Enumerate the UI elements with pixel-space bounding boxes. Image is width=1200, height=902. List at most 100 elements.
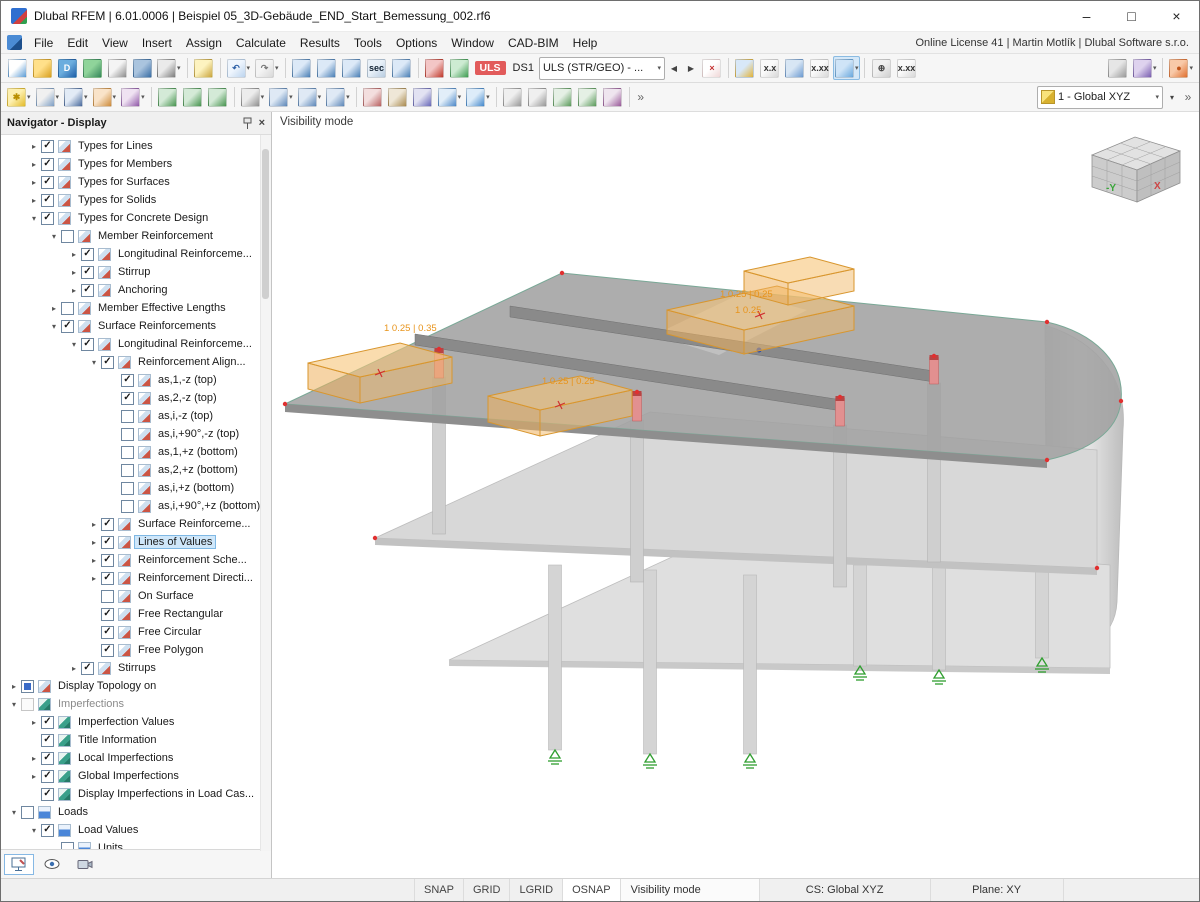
coordinate-system-combo[interactable]: 1 - Global XYZ▾ xyxy=(1037,86,1163,109)
tree-item-on-surface[interactable]: On Surface xyxy=(1,587,259,605)
tree-expander[interactable]: ▸ xyxy=(7,682,21,691)
menu-view[interactable]: View xyxy=(95,35,135,51)
navigator-pin-icon[interactable] xyxy=(243,117,252,130)
tree-checkbox[interactable]: ✓ xyxy=(101,572,114,585)
tree-item-label[interactable]: Types for Concrete Design xyxy=(75,212,211,224)
navigator-scrollbar[interactable] xyxy=(260,135,271,851)
table-model-data-button[interactable] xyxy=(290,56,314,80)
tree-item-local-imperfections[interactable]: ▸✓Local Imperfections xyxy=(1,749,259,767)
tree-item-label[interactable]: Units xyxy=(95,842,126,849)
tree-expander[interactable]: ▸ xyxy=(27,718,41,727)
control-panel-button[interactable]: ▾ xyxy=(833,56,861,80)
tree-expander[interactable]: ▸ xyxy=(87,538,101,547)
tree-checkbox[interactable]: ✓ xyxy=(81,284,94,297)
tree-expander[interactable]: ▸ xyxy=(87,574,101,583)
tree-item-label[interactable]: Member Effective Lengths xyxy=(95,302,229,314)
tree-expander[interactable]: ▸ xyxy=(87,556,101,565)
tree-expander[interactable]: ▾ xyxy=(27,826,41,835)
tree-item-label[interactable]: Types for Members xyxy=(75,158,175,170)
new-member-dropdown[interactable]: ▾ xyxy=(84,93,88,101)
result-filter-button[interactable] xyxy=(733,56,757,80)
previous-load-case-button[interactable]: ◀ xyxy=(666,57,682,79)
open-model-button[interactable] xyxy=(30,56,54,80)
minimize-button[interactable]: – xyxy=(1064,1,1109,31)
tree-item-label[interactable]: Loads xyxy=(55,806,91,818)
export-view-dropdown[interactable]: ▾ xyxy=(1153,64,1157,72)
tree-item-types-for-lines[interactable]: ▸✓Types for Lines xyxy=(1,137,259,155)
tree-checkbox[interactable] xyxy=(121,500,134,513)
tree-expander[interactable]: ▸ xyxy=(27,196,41,205)
menu-options[interactable]: Options xyxy=(389,35,444,51)
tree-item-member-reinforcement[interactable]: ▾Member Reinforcement xyxy=(1,227,259,245)
status-toggle-osnap[interactable]: OSNAP xyxy=(563,879,621,901)
tree-checkbox[interactable]: ✓ xyxy=(101,644,114,657)
guideline-button[interactable] xyxy=(526,85,550,109)
coordinate-system-dropdown-button[interactable]: ▾ xyxy=(1164,86,1180,108)
tree-checkbox[interactable]: ✓ xyxy=(101,608,114,621)
tree-item-loads[interactable]: ▾Loads xyxy=(1,803,259,821)
menu-file[interactable]: File xyxy=(27,35,60,51)
tree-item-label[interactable]: Longitudinal Reinforceme... xyxy=(115,338,255,350)
new-line-support-button[interactable] xyxy=(181,85,205,109)
tree-item-label[interactable]: Types for Surfaces xyxy=(75,176,173,188)
new-surface-button[interactable]: ▾ xyxy=(91,85,119,109)
status-plane[interactable]: Plane: XY xyxy=(931,879,1064,901)
table-settings-button[interactable] xyxy=(390,56,414,80)
redo-button[interactable]: ↷▾ xyxy=(253,56,281,80)
tree-checkbox[interactable] xyxy=(61,230,74,243)
tree-item-types-for-solids[interactable]: ▸✓ Types for Solids xyxy=(1,191,259,209)
status-toggle-grid[interactable]: GRID xyxy=(464,879,511,901)
toolbar-overflow[interactable]: » xyxy=(1181,90,1195,104)
new-node-dropdown[interactable]: ▾ xyxy=(27,93,31,101)
tree-checkbox[interactable] xyxy=(21,698,34,711)
calculation-check-button[interactable] xyxy=(448,56,472,80)
tree-item-label[interactable]: as,i,+z (bottom) xyxy=(155,482,237,494)
table-sections-button[interactable]: sec xyxy=(365,56,389,80)
tree-item-label[interactable]: Title Information xyxy=(75,734,159,746)
tree-checkbox[interactable]: ✓ xyxy=(41,194,54,207)
tree-expander[interactable]: ▾ xyxy=(27,214,41,223)
status-toggle-snap[interactable]: SNAP xyxy=(415,879,464,901)
tree-item-label[interactable]: Longitudinal Reinforceme... xyxy=(115,248,255,260)
extrude-surface-button[interactable] xyxy=(411,85,435,109)
tree-item-load-values[interactable]: ▾✓Load Values xyxy=(1,821,259,839)
tree-item-stirrup[interactable]: ▸✓Stirrup xyxy=(1,263,259,281)
status-toggle-lgrid[interactable]: LGRID xyxy=(510,879,563,901)
export-view-button[interactable]: ▾ xyxy=(1131,56,1159,80)
menu-calculate[interactable]: Calculate xyxy=(229,35,293,51)
tree-checkbox[interactable]: ✓ xyxy=(41,212,54,225)
tree-item-label[interactable]: as,1,+z (bottom) xyxy=(155,446,241,458)
tree-checkbox[interactable] xyxy=(61,842,74,850)
connect-members-button[interactable] xyxy=(361,85,385,109)
maximize-button[interactable]: □ xyxy=(1109,1,1154,31)
redo-dropdown[interactable]: ▾ xyxy=(275,64,279,72)
tree-checkbox[interactable]: ✓ xyxy=(41,752,54,765)
tab-views[interactable] xyxy=(70,854,100,875)
object-numbering-dropdown[interactable]: ▾ xyxy=(458,93,462,101)
tree-item-surface-reinforcements[interactable]: ▾✓Surface Reinforcements xyxy=(1,317,259,335)
rendering-mode-button[interactable]: ●▾ xyxy=(1167,56,1195,80)
new-node-button[interactable]: ✱▾ xyxy=(5,85,33,109)
tree-item-surface-reinforceme[interactable]: ▸✓Surface Reinforceme... xyxy=(1,515,259,533)
menu-tools[interactable]: Tools xyxy=(347,35,389,51)
tree-item-global-imperfections[interactable]: ▸✓Global Imperfections xyxy=(1,767,259,785)
tree-item-label[interactable]: Imperfection Values xyxy=(75,716,177,728)
tree-item-label[interactable]: Types for Solids xyxy=(75,194,159,206)
tree-item-imperfections[interactable]: ▾Imperfections xyxy=(1,695,259,713)
tree-item-as-2-z-bottom[interactable]: as,2,+z (bottom) xyxy=(1,461,259,479)
tree-item-label[interactable]: Imperfections xyxy=(55,698,127,710)
new-solid-button[interactable]: ▾ xyxy=(119,85,147,109)
tree-item-label[interactable]: Free Rectangular xyxy=(135,608,226,620)
new-member-button[interactable]: ▾ xyxy=(62,85,90,109)
tree-item-label[interactable]: as,2,+z (bottom) xyxy=(155,464,241,476)
tree-checkbox[interactable] xyxy=(121,446,134,459)
tree-item-label[interactable]: Global Imperfections xyxy=(75,770,182,782)
save-view-button[interactable] xyxy=(1106,56,1130,80)
move-copy-dropdown[interactable]: ▾ xyxy=(289,93,293,101)
next-load-case-button[interactable]: ▶ xyxy=(683,57,699,79)
tab-display-navigator[interactable] xyxy=(4,854,34,875)
new-nodal-support-button[interactable] xyxy=(156,85,180,109)
tree-expander[interactable]: ▸ xyxy=(67,664,81,673)
tree-checkbox[interactable]: ✓ xyxy=(41,770,54,783)
tree-item-label[interactable]: Lines of Values xyxy=(135,536,215,548)
